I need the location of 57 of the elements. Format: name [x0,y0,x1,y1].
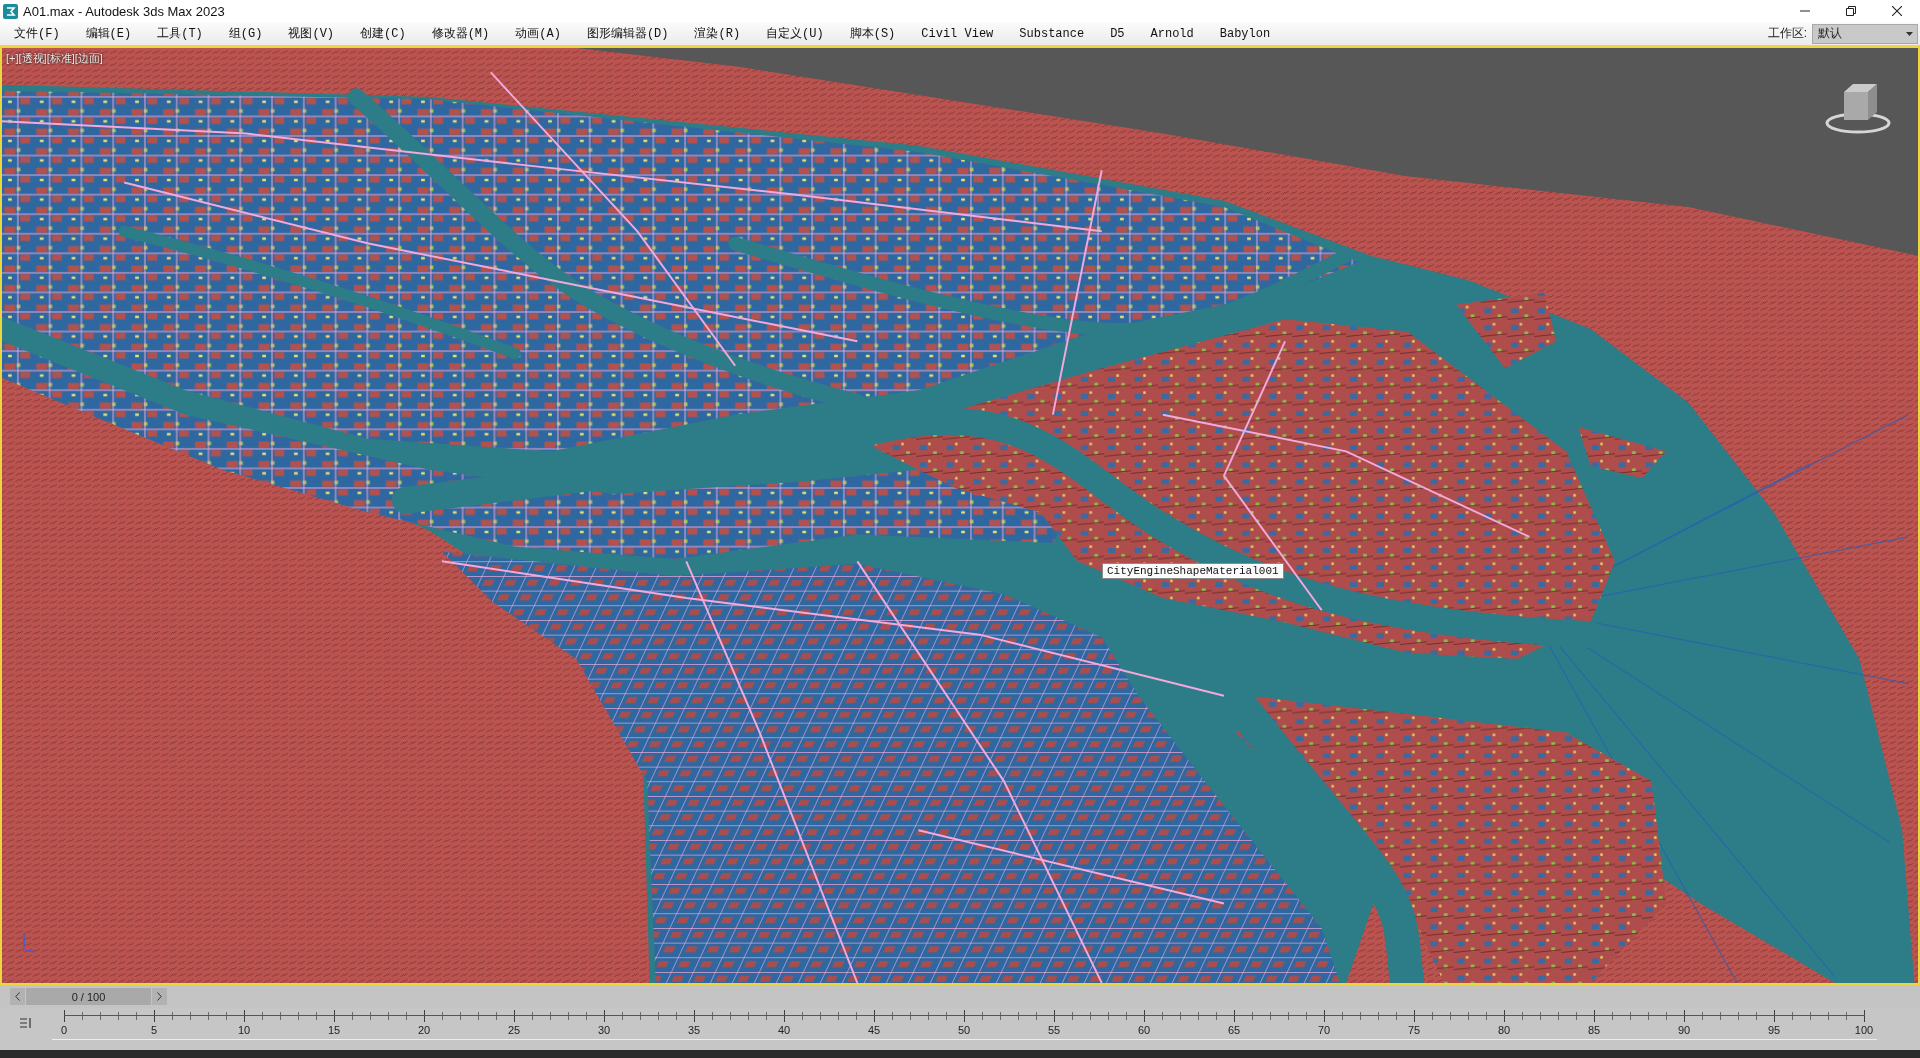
frame-number: 100 [1854,1024,1874,1037]
frame-number: 30 [597,1024,611,1037]
frame-number: 95 [1767,1024,1781,1037]
frame-number: 65 [1227,1024,1241,1037]
frame-number: 60 [1137,1024,1151,1037]
app-icon [3,3,18,19]
window-title: A01.max - Autodesk 3ds Max 2023 [23,3,225,19]
frame-number: 90 [1677,1024,1691,1037]
frame-number: 70 [1317,1024,1331,1037]
time-slider-track[interactable]: 0 / 100 [0,985,1920,1008]
menu-item[interactable]: 编辑(E) [72,23,145,44]
axis-tripod-icon [22,931,34,953]
frame-number: 15 [327,1024,341,1037]
menu-item[interactable]: 文件(F) [1,23,73,44]
menu-item[interactable]: 创建(C) [347,23,419,44]
viewport-label[interactable]: [+][透视][标准][边面] [6,51,103,66]
workspace-dropdown[interactable]: 默认 [1812,23,1918,44]
chevron-right-icon [157,992,162,1001]
frame-number: 20 [417,1024,431,1037]
menu-item[interactable]: 视图(V) [275,23,348,44]
object-tooltip: CityEngineShapeMaterial001 [1102,563,1284,579]
menu-item[interactable]: Arnold [1137,23,1207,44]
workspace-label: 工作区: [1767,25,1807,42]
frame-number: 75 [1407,1024,1421,1037]
frame-number: 45 [867,1024,881,1037]
timeline-ruler[interactable]: 0 5 10 15 20 25 30 35 40 45 50 55 60 65 70 75 80 85 90 95 100 [52,1010,1877,1040]
menu-item[interactable]: Substance [1006,23,1098,44]
frame-number: 40 [777,1024,791,1037]
frame-number: 10 [237,1024,251,1037]
frame-number: 5 [150,1024,158,1037]
menu-item[interactable]: 图形编辑器(D) [573,23,682,44]
frame-number: 85 [1587,1024,1601,1037]
menu-item[interactable]: 自定义(U) [753,23,837,44]
menu-item[interactable]: Babylon [1206,23,1284,44]
time-slider-thumb[interactable]: 0 / 100 [26,988,151,1005]
menu-item[interactable]: D5 [1097,23,1138,44]
frame-number: 55 [1047,1024,1061,1037]
restore-icon [1846,6,1856,16]
menu-item[interactable]: 动画(A) [502,23,574,44]
next-frame-button[interactable] [152,988,167,1005]
menu-item[interactable]: 修改器(M) [418,23,503,44]
viewport[interactable]: [+][透视][标准][边面] CityEngineShapeMaterial001 [0,46,1920,985]
frame-number: 0 [60,1024,68,1037]
menu-item[interactable]: 渲染(R) [681,23,754,44]
caret-icon [1906,31,1913,36]
frame-number: 80 [1497,1024,1511,1037]
previous-frame-button[interactable] [10,988,25,1005]
close-icon [1892,6,1902,16]
frame-number: 35 [687,1024,701,1037]
frame-number: 50 [957,1024,971,1037]
menu-item[interactable]: Civil View [908,23,1007,44]
menu-item[interactable]: 工具(T) [144,23,216,44]
menu-item[interactable]: 组(G) [215,23,276,44]
chevron-left-icon [15,992,20,1001]
list-icon[interactable] [20,1017,32,1029]
menu-item[interactable]: 脚本(S) [836,23,909,44]
frame-number: 25 [507,1024,521,1037]
